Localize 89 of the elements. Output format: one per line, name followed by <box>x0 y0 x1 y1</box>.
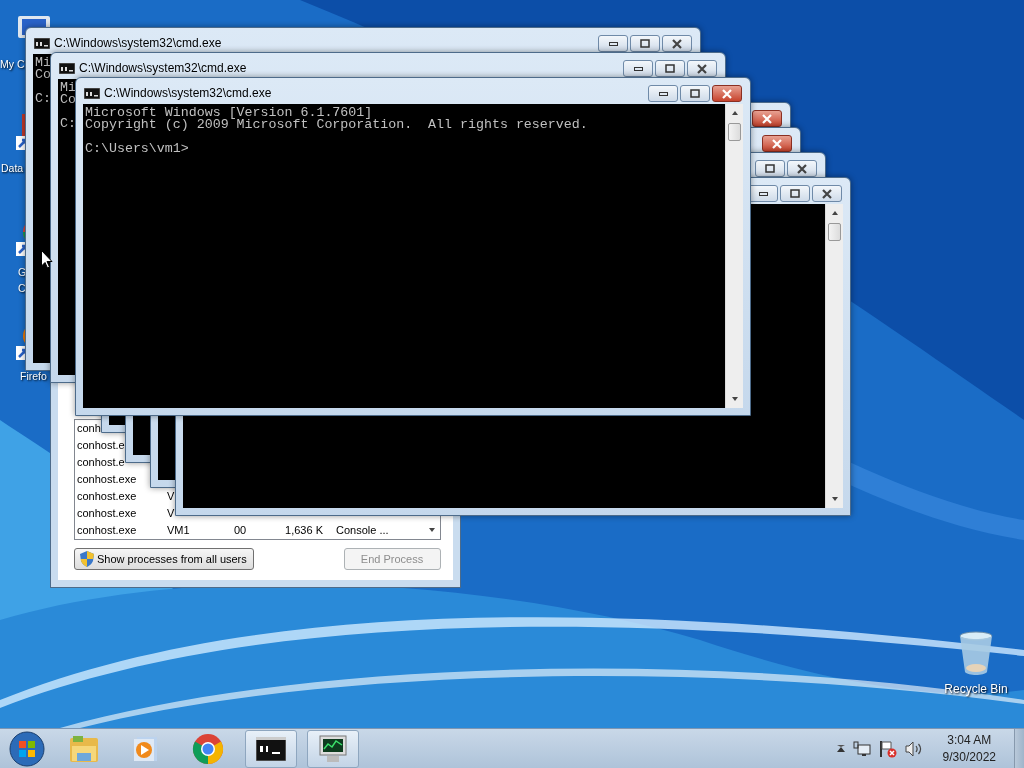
table-cell-text: 00 <box>234 524 248 537</box>
monitor-icon <box>317 733 349 764</box>
scroll-down-icon[interactable] <box>428 528 435 532</box>
table-cell-text: conhost.exe <box>77 507 138 520</box>
table-cell-text: conhost.exe <box>77 524 138 537</box>
browser-icon <box>192 732 224 765</box>
table-cell-text: VM1 <box>167 524 191 537</box>
close-button[interactable] <box>762 135 792 152</box>
console-text: Mi <box>35 57 51 69</box>
icon-label: C <box>18 281 27 296</box>
table-cell-text: V <box>167 507 176 520</box>
close-button[interactable] <box>712 85 742 102</box>
close-button[interactable] <box>812 185 842 202</box>
maximize-button[interactable] <box>755 160 785 177</box>
network-icon[interactable] <box>852 740 871 757</box>
show-hidden-icons-button[interactable] <box>836 745 845 752</box>
icon-label: My C <box>0 57 25 72</box>
console-text: Microsoft Windows [Version 6.1.7601] <box>85 107 373 119</box>
minimize-button[interactable] <box>598 35 628 52</box>
close-button[interactable] <box>787 160 817 177</box>
minimize-icon <box>758 191 768 196</box>
table-cell-text: conhost.e <box>77 456 126 469</box>
icon-label: G <box>18 265 27 280</box>
scroll-up-icon[interactable] <box>731 111 738 115</box>
window-title: C:\Windows\system32\cmd.exe <box>54 36 222 50</box>
folder-icon <box>68 733 100 764</box>
minimize-button[interactable] <box>648 85 678 102</box>
console-text: Copyright (c) 2009 Microsoft Corporation. All rights reserved. <box>85 119 588 131</box>
console-text: Mi <box>60 82 76 94</box>
close-button[interactable] <box>687 60 717 77</box>
table-cell-text: Console ... <box>335 524 389 537</box>
scroll-thumb[interactable] <box>828 223 841 241</box>
clock[interactable]: 3:04 AM 9/30/2022 <box>938 731 1000 766</box>
cursor-icon <box>41 250 53 269</box>
show-processes-button[interactable]: Show processes from all users <box>74 548 254 570</box>
recycle-bin-icon[interactable] <box>958 630 994 676</box>
close-icon <box>822 188 832 199</box>
table-cell-text: conhost.exe <box>77 490 138 503</box>
taskbar-button[interactable] <box>245 729 297 768</box>
table-cell-text: V <box>167 490 176 503</box>
terminal-icon <box>256 736 286 761</box>
minimize-icon <box>658 91 668 96</box>
table-cell-text: 1,636 K <box>284 524 323 537</box>
maximize-icon <box>790 189 800 198</box>
close-icon <box>672 38 682 49</box>
minimize-icon <box>608 41 618 46</box>
shield-icon <box>80 551 94 567</box>
maximize-icon <box>665 64 675 73</box>
table-cell-text: conh <box>77 422 102 435</box>
console-text: Co <box>35 69 51 81</box>
table-cell-text: conhost.exe <box>77 473 138 486</box>
flag-icon[interactable] <box>878 739 897 758</box>
close-button[interactable] <box>662 35 692 52</box>
close-icon <box>762 113 772 124</box>
maximize-icon <box>640 39 650 48</box>
scroll-down-icon[interactable] <box>731 397 738 401</box>
console-prompt: C: <box>35 93 51 105</box>
icon-label: Data <box>1 161 24 176</box>
table-cell-text: conhost.e <box>77 439 126 452</box>
window-title: C:\Windows\system32\cmd.exe <box>104 86 272 100</box>
taskbar-button[interactable] <box>307 729 359 768</box>
maximize-icon <box>690 89 700 98</box>
console-prompt: C: <box>60 118 76 130</box>
maximize-button[interactable] <box>630 35 660 52</box>
close-icon <box>772 138 782 149</box>
scrollbar[interactable] <box>725 104 743 408</box>
close-button[interactable] <box>752 110 782 127</box>
close-icon <box>722 88 732 99</box>
close-icon <box>797 163 807 174</box>
maximize-button[interactable] <box>680 85 710 102</box>
icon-label: Firefo <box>20 369 47 384</box>
minimize-button[interactable] <box>623 60 653 77</box>
close-icon <box>697 63 707 74</box>
maximize-button[interactable] <box>655 60 685 77</box>
terminal-icon <box>84 88 100 99</box>
minimize-icon <box>633 66 643 71</box>
speaker-icon[interactable] <box>904 740 923 757</box>
scroll-down-icon[interactable] <box>831 497 838 501</box>
terminal-icon <box>34 38 50 49</box>
maximize-icon <box>765 164 775 173</box>
icon-label: Recycle Bin <box>944 682 1008 696</box>
console-prompt: C:\Users\vm1> <box>85 143 189 155</box>
window-title: C:\Windows\system32\cmd.exe <box>79 61 247 75</box>
console-text: Co <box>60 94 76 106</box>
maximize-button[interactable] <box>780 185 810 202</box>
scroll-thumb[interactable] <box>728 123 741 141</box>
scroll-up-icon[interactable] <box>831 211 838 215</box>
terminal-icon <box>59 63 75 74</box>
scrollbar[interactable] <box>825 204 843 508</box>
